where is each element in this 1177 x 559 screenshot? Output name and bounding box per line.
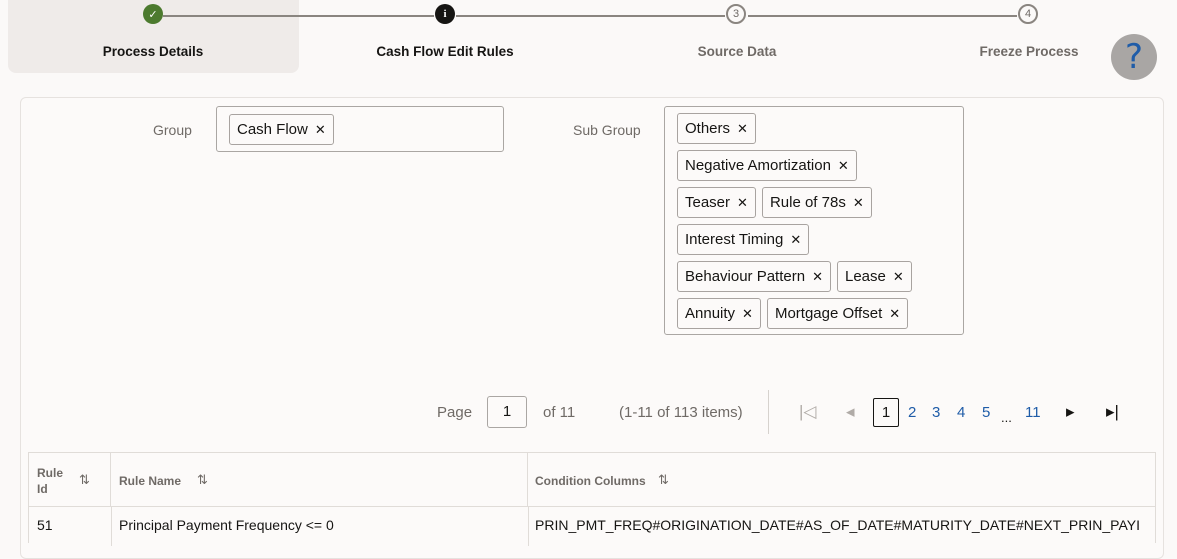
column-header-condition-columns[interactable]: Condition Columns ⇅	[528, 453, 1154, 506]
remove-chip-icon[interactable]: ✕	[737, 195, 748, 211]
subgroup-chip: Mortgage Offset ✕	[766, 298, 909, 329]
subgroup-chip: Others ✕	[677, 113, 756, 144]
last-page-icon[interactable]: ▸|	[1106, 402, 1119, 422]
page-link-11[interactable]: 11	[1025, 404, 1041, 421]
page-label: Page	[437, 404, 473, 421]
pager-divider	[768, 390, 769, 434]
group-select[interactable]: Cash Flow ✕	[216, 106, 504, 152]
group-label: Group	[153, 122, 192, 138]
step-number-3[interactable]: 3	[726, 4, 746, 24]
subgroup-chip: Rule of 78s ✕	[761, 187, 872, 218]
column-label: Condition Columns	[535, 474, 646, 488]
sort-icon[interactable]: ⇅	[79, 472, 90, 488]
chip-label: Annuity	[685, 305, 736, 322]
train-connector	[748, 15, 1017, 17]
previous-page-icon[interactable]: ◂	[846, 402, 855, 422]
subgroup-chip: Teaser ✕	[677, 187, 756, 218]
cell-rule-id: 51	[37, 517, 53, 533]
page-ellipsis: ...	[1001, 410, 1012, 425]
chip-label: Cash Flow	[237, 121, 308, 138]
page-number-input[interactable]: 1	[487, 396, 527, 428]
step-label-freeze-process[interactable]: Freeze Process	[929, 44, 1129, 59]
subgroup-chip: Interest Timing ✕	[677, 224, 810, 255]
cell-rule-name[interactable]: Principal Payment Frequency <= 0	[119, 517, 519, 533]
chip-label: Negative Amortization	[685, 157, 831, 174]
group-chip-cash-flow: Cash Flow ✕	[229, 114, 334, 145]
chip-label: Interest Timing	[685, 231, 784, 248]
item-range-label: (1-11 of 113 items)	[619, 404, 743, 421]
step-label-cash-flow-edit-rules[interactable]: Cash Flow Edit Rules	[345, 44, 545, 59]
remove-chip-icon[interactable]: ✕	[315, 122, 326, 138]
remove-chip-icon[interactable]: ✕	[812, 269, 823, 285]
info-icon[interactable]: i	[435, 4, 455, 24]
first-page-icon[interactable]: |◁	[799, 402, 817, 422]
page-link-5[interactable]: 5	[982, 404, 990, 421]
column-header-rule-name[interactable]: Rule Name ⇅	[111, 453, 528, 506]
page-link-3[interactable]: 3	[932, 404, 940, 421]
cell-condition-columns: PRIN_PMT_FREQ#ORIGINATION_DATE#AS_OF_DAT…	[535, 517, 1140, 533]
remove-chip-icon[interactable]: ✕	[737, 121, 748, 137]
subgroup-chip: Lease ✕	[836, 261, 912, 292]
train-connector	[163, 15, 434, 17]
step-label-source-data[interactable]: Source Data	[637, 44, 837, 59]
rules-table: Rule Id ⇅ Rule Name ⇅ Condition Columns …	[28, 452, 1156, 546]
step-number-4[interactable]: 4	[1018, 4, 1038, 24]
remove-chip-icon[interactable]: ✕	[838, 158, 849, 174]
subgroup-chip: Behaviour Pattern ✕	[677, 261, 831, 292]
remove-chip-icon[interactable]: ✕	[853, 195, 864, 211]
remove-chip-icon[interactable]: ✕	[893, 269, 904, 285]
column-label: Id	[37, 482, 48, 496]
column-header-rule-id[interactable]: Rule Id ⇅	[29, 453, 111, 506]
remove-chip-icon[interactable]: ✕	[742, 306, 753, 322]
step-label-process-details[interactable]: Process Details	[53, 44, 253, 59]
chip-label: Others	[685, 120, 731, 137]
header-divider	[29, 506, 1155, 507]
chip-label: Teaser	[685, 194, 731, 211]
chip-label: Behaviour Pattern	[685, 268, 806, 285]
subgroup-chip: Negative Amortization ✕	[677, 150, 857, 181]
page-link-2[interactable]: 2	[908, 404, 916, 421]
chip-label: Mortgage Offset	[774, 305, 883, 322]
train-connector	[456, 15, 725, 17]
subgroup-select[interactable]: Others ✕ Negative Amortization ✕ Teaser …	[664, 106, 964, 335]
column-divider	[111, 506, 112, 546]
remove-chip-icon[interactable]: ✕	[790, 232, 801, 248]
remove-chip-icon[interactable]: ✕	[889, 306, 900, 322]
check-icon[interactable]: ✓	[143, 4, 163, 24]
sort-icon[interactable]: ⇅	[197, 472, 208, 488]
column-label: Rule Name	[119, 474, 182, 488]
help-icon[interactable]: ?	[1111, 34, 1157, 80]
page-link-4[interactable]: 4	[957, 404, 965, 421]
subgroup-label: Sub Group	[573, 122, 641, 138]
pagination-bar: Page 1 of 11 (1-11 of 113 items) |◁ ◂ 1 …	[0, 390, 1177, 434]
process-train: ✓ i 3 4 Process Details Cash Flow Edit R…	[0, 0, 1177, 80]
column-label: Rule	[37, 466, 64, 480]
chip-label: Lease	[844, 268, 886, 285]
subgroup-chip: Annuity ✕	[677, 298, 761, 329]
column-divider	[528, 506, 529, 546]
page-link-1[interactable]: 1	[873, 398, 899, 427]
chip-label: Rule of 78s	[769, 194, 846, 211]
next-page-icon[interactable]: ▸	[1066, 402, 1075, 422]
sort-icon[interactable]: ⇅	[658, 472, 669, 488]
page-count-label: of 11	[543, 404, 576, 421]
